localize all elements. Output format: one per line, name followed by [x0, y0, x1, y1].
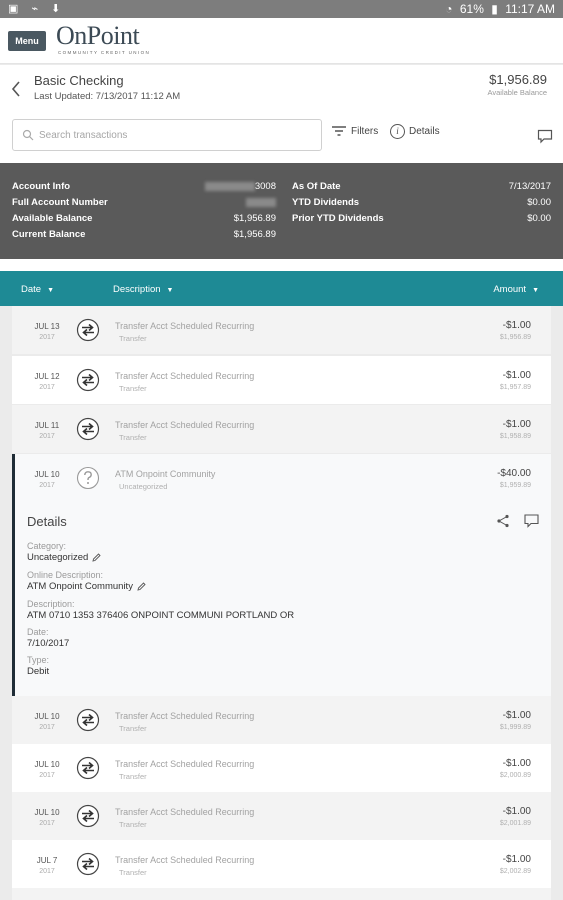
date-value: 7/10/2017 [27, 638, 70, 649]
account-suffix: 3008 [254, 181, 276, 192]
info-row-ytd-dividends: YTD Dividends $0.00 [292, 197, 551, 208]
info-row-account: Account Info 3008 [12, 181, 276, 192]
transaction-row[interactable]: JUL 11 2017 Transfer Acct Scheduled Recur… [12, 405, 551, 453]
onpoint-logo: OnPoint COMMUNITY CREDIT UNION [56, 21, 151, 56]
type-value: Debit [27, 666, 50, 677]
detail-category: Category: Uncategorized [27, 541, 527, 563]
online-description-value: ATM Onpoint Community [27, 581, 133, 592]
transfer-icon [76, 708, 100, 732]
info-row-available-balance: Available Balance $1,956.89 [12, 213, 276, 224]
account-info-panel: Account Info 3008 Full Account Number Av… [0, 163, 563, 259]
transfer-icon [76, 368, 100, 392]
transfer-icon [76, 756, 100, 780]
back-arrow-icon[interactable] [9, 79, 23, 99]
battery-level: 61% [459, 2, 484, 16]
question-icon [76, 466, 100, 490]
comment-icon[interactable] [524, 514, 539, 528]
info-row-as-of-date: As Of Date 7/13/2017 [292, 181, 551, 192]
transaction-row[interactable]: JUL 12 2017 Transfer Acct Scheduled Recur… [12, 356, 551, 404]
info-row-prior-ytd-dividends: Prior YTD Dividends $0.00 [292, 213, 551, 224]
app-bar: Menu OnPoint COMMUNITY CREDIT UNION [0, 18, 563, 64]
transactions-list: JUL 13 2017 Transfer Acct Scheduled Recur… [12, 306, 551, 900]
available-balance-amount: $1,956.89 [489, 72, 547, 87]
transaction-row-selected[interactable]: JUL 10 2017 ATM Onpoint Community Uncateg… [12, 454, 551, 502]
status-bar: ▣ ⌁ ⬇ ◔ 61% ▮ 11:17 AM [0, 0, 563, 18]
description-value: ATM 0710 1353 376406 ONPOINT COMMUNI POR… [27, 610, 295, 621]
info-row-full-account: Full Account Number [12, 197, 276, 213]
filter-icon [332, 126, 346, 137]
transaction-row[interactable]: JUL 10 2017 Transfer Acct Scheduled Recur… [12, 744, 551, 792]
transaction-row[interactable]: JUL 13 2017 Transfer Acct Scheduled Recur… [12, 306, 551, 354]
logo-text: OnPoint [56, 21, 140, 50]
detail-online-description: Online Description: ATM Onpoint Communit… [27, 570, 527, 592]
wifi-icon: ◔ [445, 2, 453, 16]
account-info-left: Account Info 3008 Full Account Number Av… [12, 181, 276, 245]
chat-icon[interactable] [537, 129, 553, 144]
caret-down-icon: ▼ [532, 287, 539, 294]
battery-icon: ▮ [491, 2, 498, 16]
available-balance-label: Available Balance [487, 88, 548, 97]
next-row-edge [12, 888, 551, 900]
category-value: Uncategorized [27, 552, 89, 563]
filters-label: Filters [351, 126, 379, 137]
transaction-row[interactable]: JUL 7 2017 Transfer Acct Scheduled Recurr… [12, 840, 551, 888]
edit-description-icon[interactable] [137, 582, 146, 591]
divider [0, 259, 563, 271]
transaction-row[interactable]: JUL 10 2017 Transfer Acct Scheduled Recur… [12, 696, 551, 744]
info-icon: i [390, 124, 405, 139]
transfer-icon [76, 318, 100, 342]
caret-down-icon: ▼ [166, 287, 174, 294]
detail-date: Date: 7/10/2017 [27, 627, 527, 649]
search-icon [22, 129, 34, 141]
search-input[interactable] [39, 126, 309, 144]
notification-icons: ▣ ⌁ ⬇ [8, 3, 66, 15]
edit-category-icon[interactable] [92, 553, 101, 562]
redacted-block [204, 181, 255, 191]
sort-description-header[interactable]: Description ▼ [113, 284, 173, 295]
sort-amount-header[interactable]: Amount ▼ [493, 284, 539, 295]
info-row-current-balance: Current Balance $1,956.89 [12, 229, 276, 240]
caret-down-icon: ▼ [47, 287, 55, 294]
transfer-icon [76, 417, 100, 441]
details-title: Details [27, 514, 67, 529]
logo-subtext: COMMUNITY CREDIT UNION [58, 50, 151, 55]
detail-type: Type: Debit [27, 655, 527, 677]
transaction-row[interactable]: JUL 10 2017 Transfer Acct Scheduled Recur… [12, 792, 551, 840]
details-label: Details [409, 126, 440, 138]
search-toolbar: Filters i Details [0, 113, 563, 163]
share-icon[interactable] [496, 514, 510, 528]
search-box[interactable] [12, 119, 322, 151]
account-info-right: As Of Date 7/13/2017 YTD Dividends $0.00… [292, 181, 551, 229]
sort-date-header[interactable]: Date ▼ [21, 284, 54, 295]
expanded-transaction: JUL 10 2017 ATM Onpoint Community Uncateg… [12, 454, 551, 696]
detail-description: Description: ATM 0710 1353 376406 ONPOIN… [27, 599, 527, 621]
filters-button[interactable]: Filters [332, 126, 378, 137]
last-updated: Last Updated: 7/13/2017 11:12 AM [34, 91, 181, 102]
menu-button[interactable]: Menu [8, 31, 46, 51]
transfer-icon [76, 804, 100, 828]
transfer-icon [76, 852, 100, 876]
transactions-header: Date ▼ Description ▼ Amount ▼ [0, 271, 563, 306]
details-button[interactable]: i Details [390, 124, 440, 139]
account-header: Basic Checking Last Updated: 7/13/2017 1… [0, 65, 563, 113]
redacted-block [246, 197, 276, 207]
clock: 11:17 AM [505, 2, 555, 16]
account-name: Basic Checking [34, 73, 124, 88]
